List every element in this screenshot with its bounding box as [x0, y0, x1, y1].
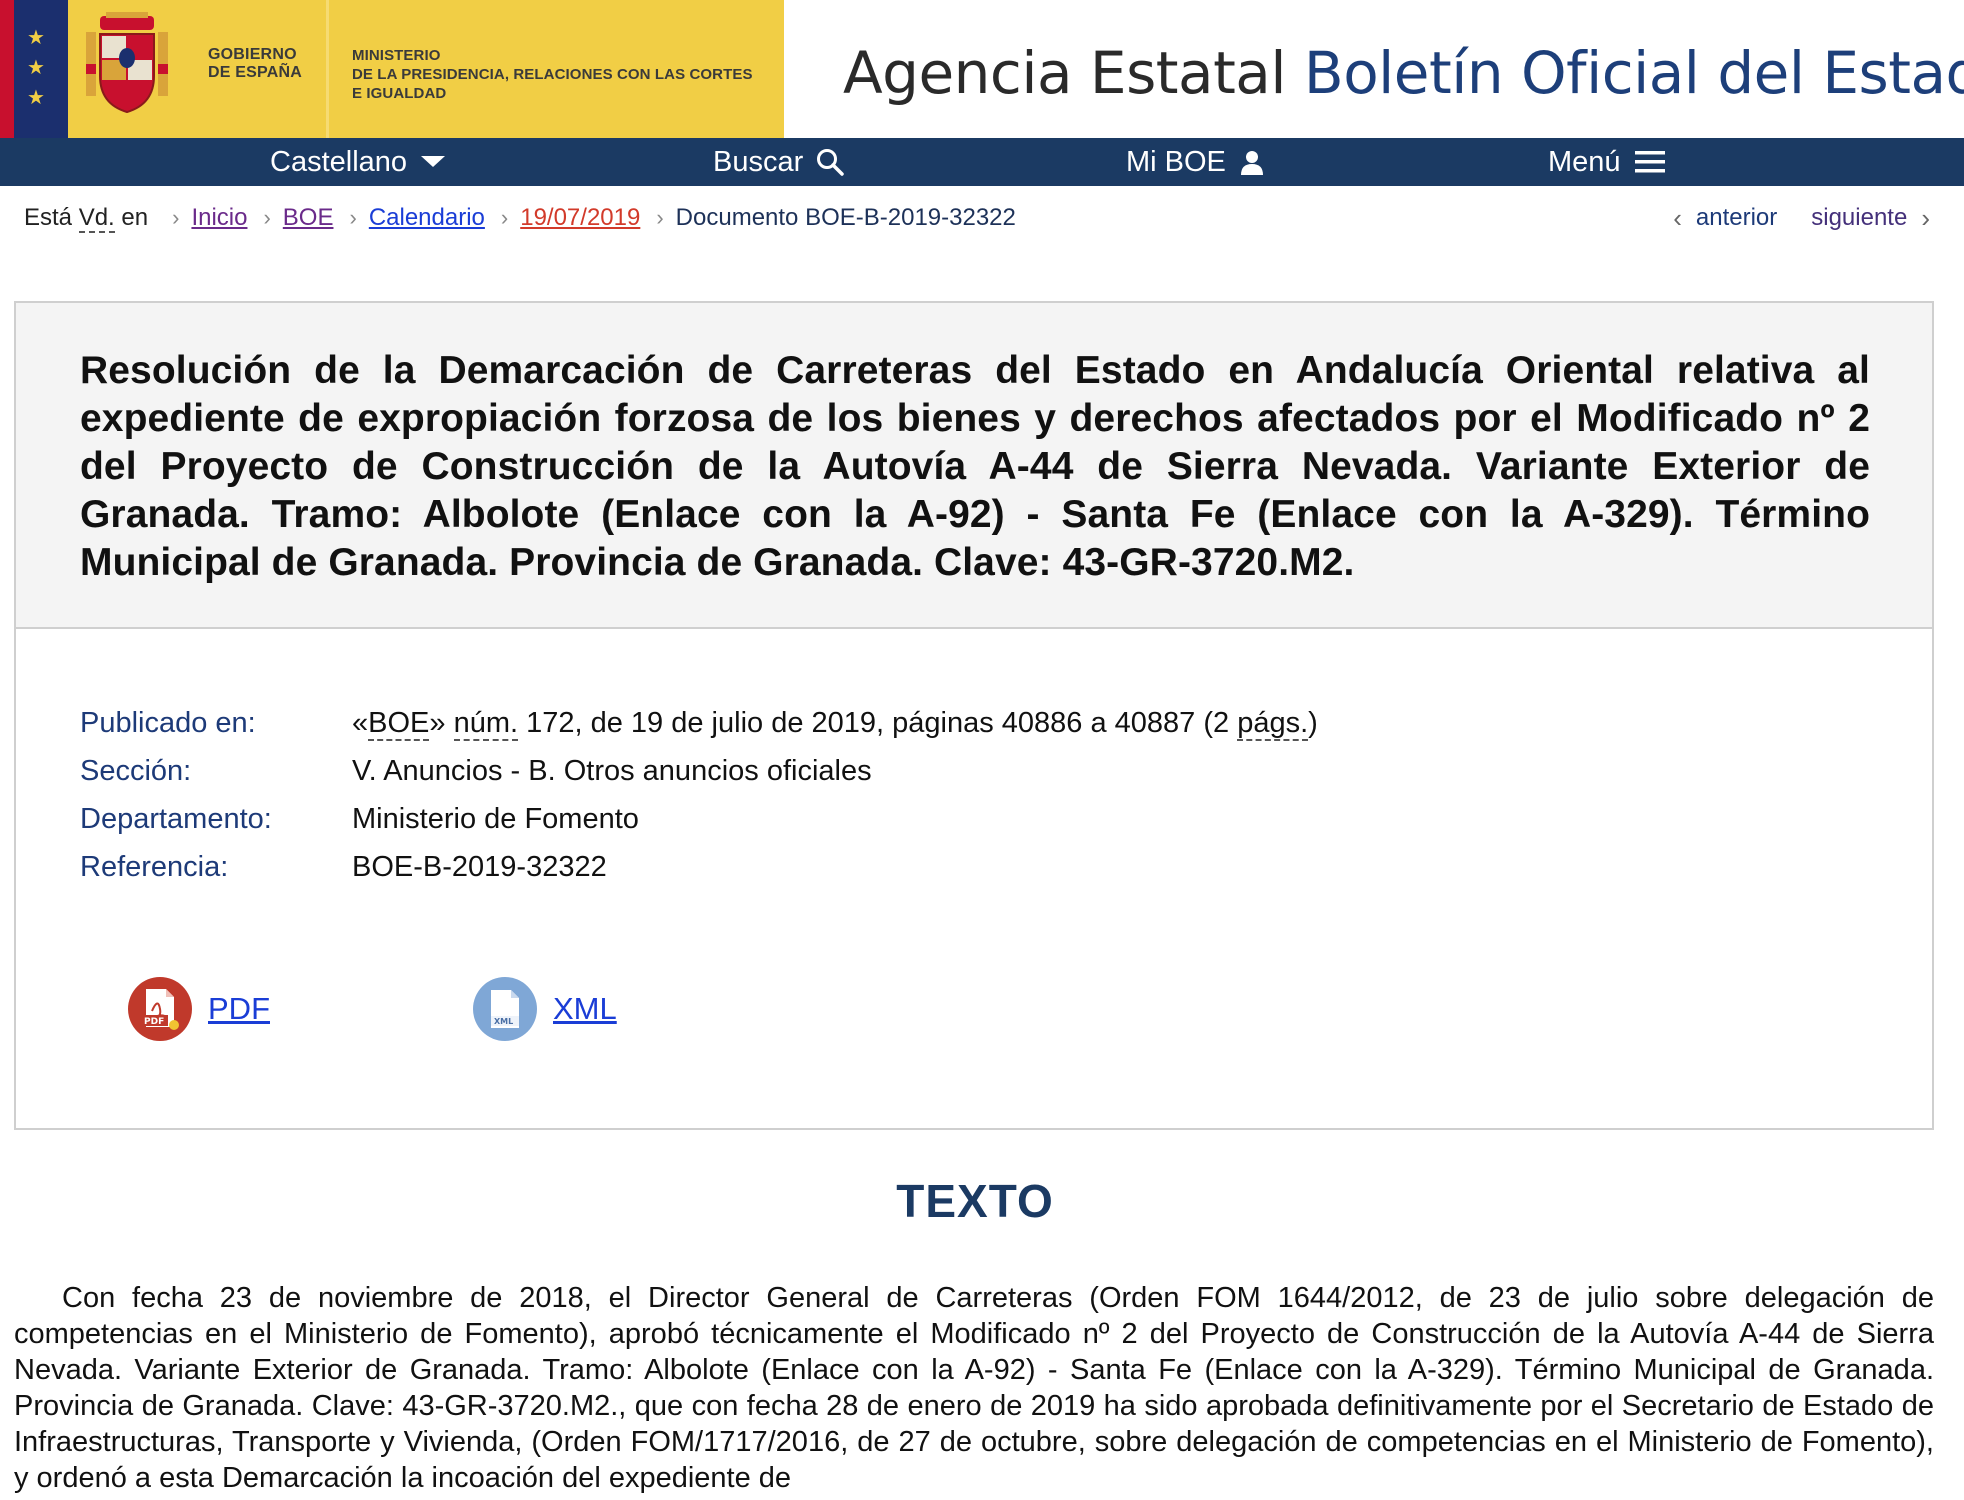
- chevron-left-icon: ‹: [1673, 202, 1682, 233]
- chevron-down-icon: [419, 154, 447, 170]
- xml-icon-text: XML: [494, 1017, 513, 1026]
- pdf-file-icon: PDF: [128, 977, 192, 1041]
- my-boe-button[interactable]: Mi BOE: [1126, 138, 1266, 186]
- eu-flag-stripe: ★ ★ ★: [14, 0, 68, 138]
- meta-text: «: [352, 707, 369, 739]
- meta-value-published: «BOE» núm. 172, de 19 de julio de 2019, …: [352, 699, 1318, 747]
- meta-value-reference: BOE-B-2019-32322: [352, 851, 607, 883]
- main-navbar: Castellano Buscar Mi BOE Menú: [0, 138, 1964, 186]
- meta-abbr: págs.: [1237, 707, 1309, 741]
- government-line: DE ESPAÑA: [208, 64, 302, 81]
- meta-text: »: [429, 707, 454, 739]
- breadcrumb-lead: Está Vd. en: [24, 204, 149, 233]
- meta-value-section: V. Anuncios - B. Otros anuncios oficiale…: [352, 755, 872, 787]
- meta-text: ): [1308, 707, 1318, 739]
- star-icon: ★: [27, 57, 45, 79]
- language-selector[interactable]: Castellano: [270, 138, 447, 186]
- user-icon: [1238, 148, 1266, 176]
- breadcrumb-current: Documento BOE-B-2019-32322: [675, 204, 1016, 231]
- hamburger-icon: [1633, 149, 1667, 175]
- previous-link[interactable]: anterior: [1696, 204, 1777, 232]
- star-icon: ★: [27, 27, 45, 49]
- document-title-area: Resolución de la Demarcación de Carreter…: [16, 303, 1932, 629]
- pdf-download[interactable]: PDF PDF: [128, 977, 270, 1041]
- meta-abbr: BOE: [368, 707, 430, 741]
- pdf-icon-text: PDF: [144, 1017, 164, 1027]
- pdf-link[interactable]: PDF: [208, 991, 270, 1027]
- meta-label: Departamento:: [80, 803, 272, 835]
- breadcrumb-lead-text: Está: [24, 204, 73, 231]
- chevron-right-icon: ›: [656, 205, 664, 230]
- meta-label: Publicado en:: [80, 707, 256, 739]
- meta-abbr: núm.: [453, 707, 519, 741]
- search-button[interactable]: Buscar: [713, 138, 845, 186]
- site-header: ★ ★ ★ GOBIERNO DE ESPAÑA MINISTERIO DE L…: [0, 0, 1964, 138]
- chevron-right-icon: ›: [1921, 202, 1930, 233]
- search-label: Buscar: [713, 146, 804, 178]
- meta-value-department: Ministerio de Fomento: [352, 803, 639, 835]
- language-label: Castellano: [270, 146, 408, 178]
- breadcrumb-link-date[interactable]: 19/07/2019: [520, 204, 640, 232]
- meta-row-reference: Referencia: BOE-B-2019-32322: [80, 843, 1318, 891]
- search-icon: [815, 147, 845, 177]
- government-label: GOBIERNO DE ESPAÑA: [208, 46, 302, 82]
- meta-label: Referencia:: [80, 851, 229, 883]
- my-boe-label: Mi BOE: [1126, 146, 1226, 178]
- ministry-line: DE LA PRESIDENCIA, RELACIONES CON LAS CO…: [352, 66, 753, 83]
- breadcrumb-link-calendario[interactable]: Calendario: [369, 204, 485, 232]
- coat-of-arms-icon: [86, 12, 168, 114]
- document-title: Resolución de la Demarcación de Carreter…: [80, 349, 1870, 584]
- government-line: GOBIERNO: [208, 46, 297, 63]
- breadcrumb-lead-text: en: [121, 204, 149, 231]
- government-banner: ★ ★ ★ GOBIERNO DE ESPAÑA MINISTERIO DE L…: [0, 0, 784, 138]
- chevron-right-icon: ›: [349, 205, 357, 230]
- breadcrumb-lead-abbr: Vd.: [78, 204, 115, 233]
- document-metadata: Publicado en: «BOE» núm. 172, de 19 de j…: [80, 699, 1318, 891]
- ministry-label: MINISTERIO DE LA PRESIDENCIA, RELACIONES…: [352, 46, 753, 103]
- chevron-right-icon: ›: [172, 205, 180, 230]
- breadcrumb-link-boe[interactable]: BOE: [283, 204, 334, 232]
- texto-paragraph: Con fecha 23 de noviembre de 2018, el Di…: [14, 1282, 1934, 1494]
- agency-name: Boletín Oficial del Estado: [1303, 39, 1964, 107]
- meta-text: 172, de 19 de julio de 2019, páginas 408…: [518, 707, 1238, 739]
- chevron-right-icon: ›: [500, 205, 509, 230]
- document-summary: Resolución de la Demarcación de Carreter…: [14, 301, 1934, 1130]
- meta-row-published: Publicado en: «BOE» núm. 172, de 19 de j…: [80, 699, 1318, 747]
- agency-prefix: Agencia Estatal: [843, 39, 1286, 107]
- ministry-line: E IGUALDAD: [352, 85, 447, 102]
- meta-label: Sección:: [80, 755, 192, 787]
- xml-link[interactable]: XML: [553, 991, 617, 1027]
- ministry-line: MINISTERIO: [352, 47, 441, 64]
- chevron-right-icon: ›: [263, 205, 271, 230]
- star-icon: ★: [27, 87, 45, 109]
- menu-button[interactable]: Menú: [1548, 138, 1667, 186]
- document-pager: ‹ anterior siguiente ›: [1673, 200, 1930, 236]
- xml-file-icon: XML: [473, 977, 537, 1041]
- meta-row-section: Sección: V. Anuncios - B. Otros anuncios…: [80, 747, 1318, 795]
- xml-download[interactable]: XML XML: [473, 977, 617, 1041]
- next-link[interactable]: siguiente: [1811, 204, 1907, 232]
- meta-row-department: Departamento: Ministerio de Fomento: [80, 795, 1318, 843]
- breadcrumb-link-inicio[interactable]: Inicio: [191, 204, 247, 232]
- menu-label: Menú: [1548, 146, 1621, 178]
- breadcrumb: Está Vd. en › Inicio › BOE › Calendario …: [24, 200, 1016, 236]
- banner-divider: [326, 0, 329, 138]
- texto-heading: TEXTO: [896, 1175, 1054, 1227]
- flag-red-stripe: [0, 0, 14, 138]
- site-title[interactable]: Agencia Estatal Boletín Oficial del Esta…: [843, 38, 1964, 108]
